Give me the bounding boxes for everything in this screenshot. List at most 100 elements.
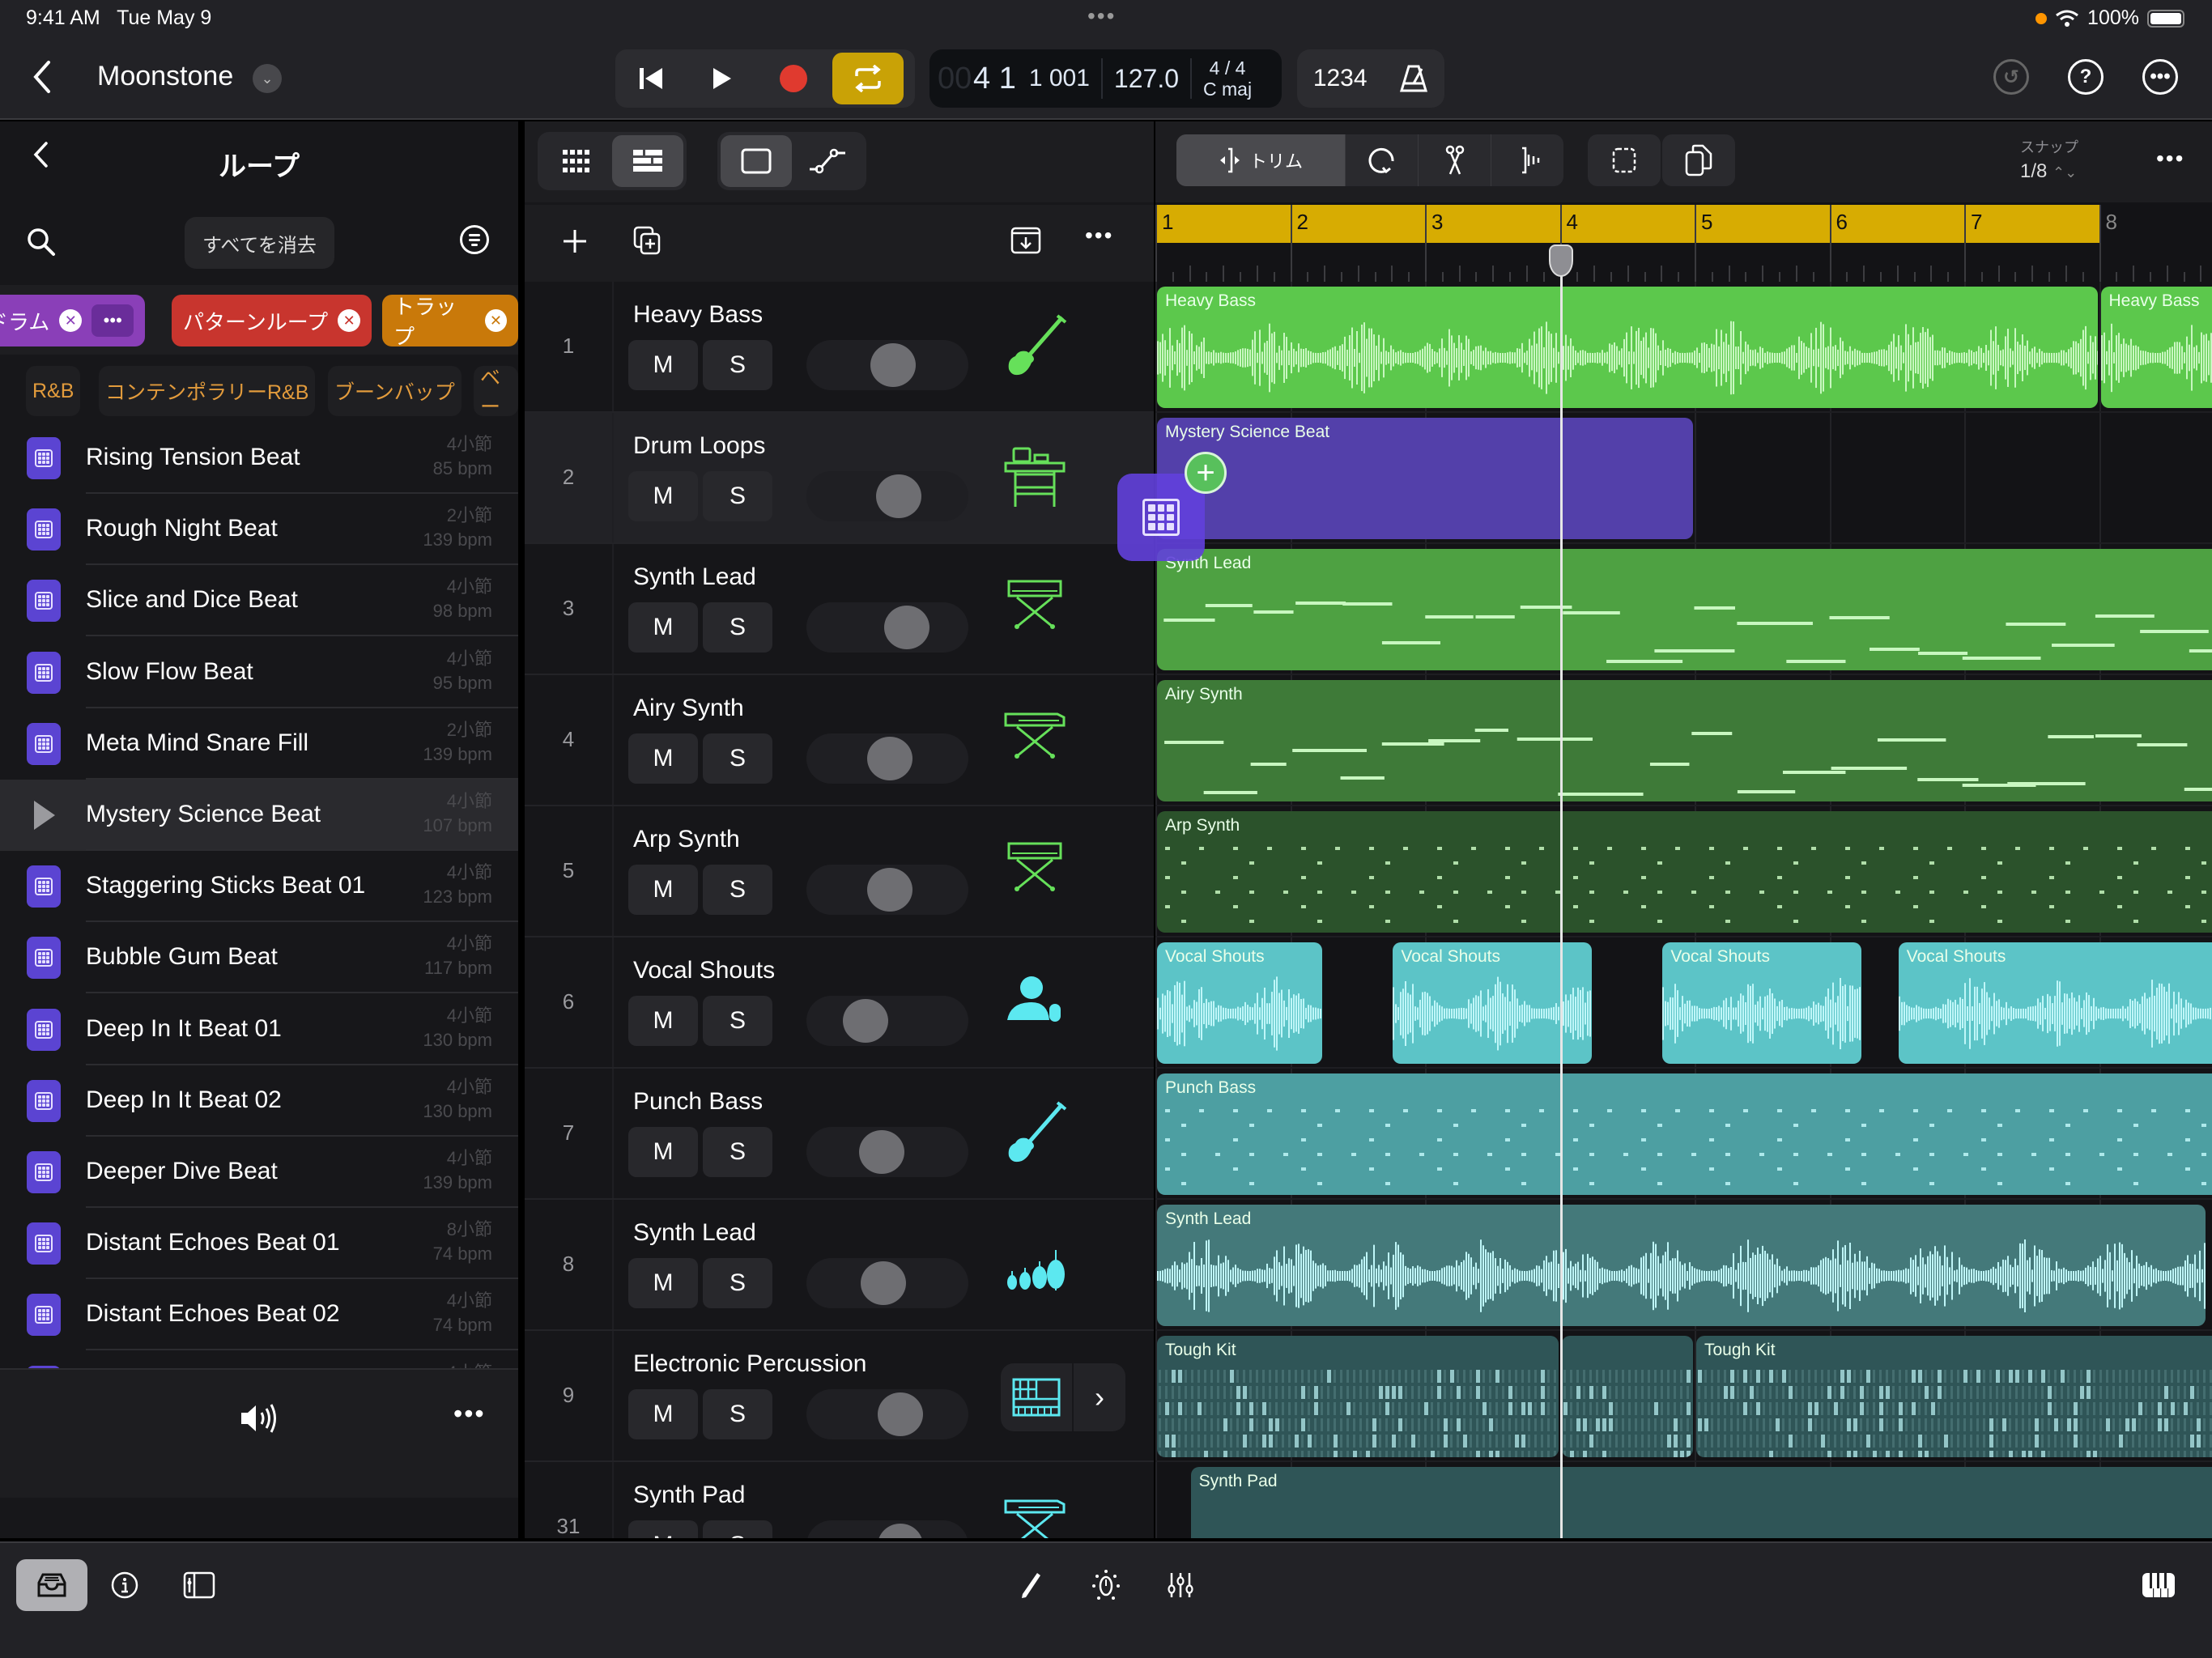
solo-button[interactable]: S [703,996,772,1046]
mixer-button[interactable] [1166,1559,1195,1611]
pencil-button[interactable] [1017,1559,1044,1611]
solo-button[interactable]: S [703,340,772,390]
loop-tool-button[interactable] [1345,134,1418,186]
project-menu-chevron-icon[interactable]: ⌄ [253,64,282,93]
search-button[interactable] [26,227,57,265]
region[interactable] [1561,1336,1693,1457]
track-header[interactable]: 9 Electronic Percussion M S › [525,1331,1154,1462]
loop-list-item[interactable]: Slice and Dice Beat 4小節 98 bpm [0,565,518,637]
loop-list-item[interactable]: Bubble Gum Beat 4小節 117 bpm [0,922,518,994]
loop-list-item[interactable]: Meta Mind Snare Fill 2小節 139 bpm [0,708,518,780]
select-button[interactable] [1588,134,1661,186]
inspector-button[interactable] [181,1559,217,1611]
loop-list-item[interactable]: Staggering Sticks Beat 01 4小節 123 bpm [0,851,518,923]
track-header[interactable]: 6 Vocal Shouts M S [525,937,1154,1069]
region-mode-button[interactable] [721,135,792,187]
volume-slider[interactable] [806,340,968,390]
ruler[interactable]: 1 2 3 4 5 6 7 8 [1155,205,2212,282]
track-name[interactable]: Electronic Percussion [633,1350,866,1378]
info-button[interactable] [108,1559,141,1611]
volume-slider[interactable] [806,865,968,915]
volume-knob[interactable] [870,343,916,387]
loop-list-item[interactable]: Deep In It Beat 02 4小節 130 bpm [0,1065,518,1137]
more-icon[interactable]: ••• [2142,59,2178,95]
volume-slider[interactable] [806,996,968,1046]
volume-knob[interactable] [884,606,930,649]
volume-slider[interactable] [806,1127,968,1177]
region[interactable]: Synth Lead [1157,549,2212,670]
track-header[interactable]: 3 Synth Lead M S [525,544,1154,675]
track-name[interactable]: Vocal Shouts [633,957,775,984]
track-name[interactable]: Drum Loops [633,432,765,460]
region[interactable]: Punch Bass [1157,1073,2212,1195]
copy-button[interactable] [1662,134,1735,186]
genre-chip[interactable]: コンテンポラリーR&B [99,366,316,416]
mute-button[interactable]: M [628,1389,698,1439]
instrument-button[interactable]: › [1001,1363,1125,1431]
track-header[interactable]: 31 Synth Pad MS [525,1462,1154,1538]
loop-list-item[interactable]: Deeper Dive Beat 4小節 139 bpm [0,1137,518,1208]
automation-button[interactable] [1088,1559,1124,1611]
remove-tag-icon[interactable]: ✕ [59,309,83,332]
timeline-more-button[interactable]: ••• [2156,146,2184,172]
back-button[interactable] [31,59,52,104]
loop-list-item[interactable]: Distant Echoes Beat 01 8小節 74 bpm [0,1208,518,1280]
region[interactable]: Vocal Shouts [1662,942,1862,1064]
loop-list-item[interactable]: Mystery Science Beat 4小節 107 bpm [0,780,518,851]
region[interactable]: Arp Synth [1157,811,2212,933]
volume-knob[interactable] [859,1130,905,1174]
metronome-icon[interactable] [1399,64,1428,93]
solo-button[interactable]: S [703,1520,772,1538]
cycle-button[interactable] [832,53,904,104]
live-loops-grid-button[interactable] [541,135,612,187]
split-tool-button[interactable] [1418,134,1491,186]
duplicate-track-button[interactable] [633,226,662,263]
track-more-button[interactable]: ••• [1085,223,1113,249]
region[interactable]: Tough Kit [1696,1336,2212,1457]
track-name[interactable]: Synth Lead [633,563,756,591]
track-header[interactable]: 7 Punch Bass M S [525,1069,1154,1200]
volume-knob[interactable] [878,1392,924,1436]
track-name[interactable]: Synth Lead [633,1219,756,1247]
volume-slider[interactable] [806,1520,968,1538]
remove-tag-icon[interactable]: ✕ [484,309,507,332]
snap-value-picker[interactable]: 1/8 ⌃⌄ [2020,160,2077,183]
instrument-icon[interactable] [1002,314,1075,379]
solo-button[interactable]: S [703,1258,772,1308]
mute-button[interactable]: M [628,1520,698,1538]
instrument-icon[interactable] [1002,1494,1075,1538]
tag-more-button[interactable]: ••• [91,304,134,337]
region[interactable]: Synth Pad [1190,1467,2212,1538]
solo-button[interactable]: S [703,1389,772,1439]
browser-more-button[interactable]: ••• [453,1399,486,1429]
track-header[interactable]: 1 Heavy Bass M S [525,282,1154,413]
track-header[interactable]: 4 Airy Synth M S [525,675,1154,806]
browser-button[interactable] [16,1559,87,1611]
clear-all-button[interactable]: すべてを消去 [185,217,334,269]
playhead[interactable] [1548,244,1573,1538]
filter-icon[interactable] [460,225,489,254]
instrument-icon[interactable] [1002,970,1075,1035]
project-title[interactable]: Moonstone [97,61,233,92]
filter-tag-drums[interactable]: ドラム ✕ ••• [0,295,146,346]
tracks-view-button[interactable] [612,135,683,187]
volume-knob[interactable] [860,1261,906,1305]
volume-knob[interactable] [866,868,912,912]
mute-button[interactable]: M [628,1258,698,1308]
volume-slider[interactable] [806,471,968,521]
automation-mode-button[interactable] [792,135,863,187]
loop-list-item[interactable]: Slow Flow Beat 4小節 95 bpm [0,637,518,708]
instrument-icon[interactable] [1002,708,1075,772]
volume-knob[interactable] [842,999,888,1043]
track-name[interactable]: Arp Synth [633,826,740,853]
volume-knob[interactable] [866,737,912,780]
lcd-display[interactable]: 00 4 1 1 001 127.0 4 / 4C maj [929,49,1282,108]
multitask-dots[interactable]: ••• [1087,3,1116,29]
loop-list-item[interactable]: Rough Night Beat 2小節 139 bpm [0,494,518,566]
volume-slider[interactable] [806,733,968,784]
chevron-right-icon[interactable]: › [1074,1380,1125,1414]
trim-tool-button[interactable]: トリム [1176,134,1345,186]
region[interactable]: Heavy Bass [2100,287,2212,408]
instrument-icon[interactable] [1002,1101,1075,1166]
region[interactable]: Heavy Bass [1157,287,2098,408]
